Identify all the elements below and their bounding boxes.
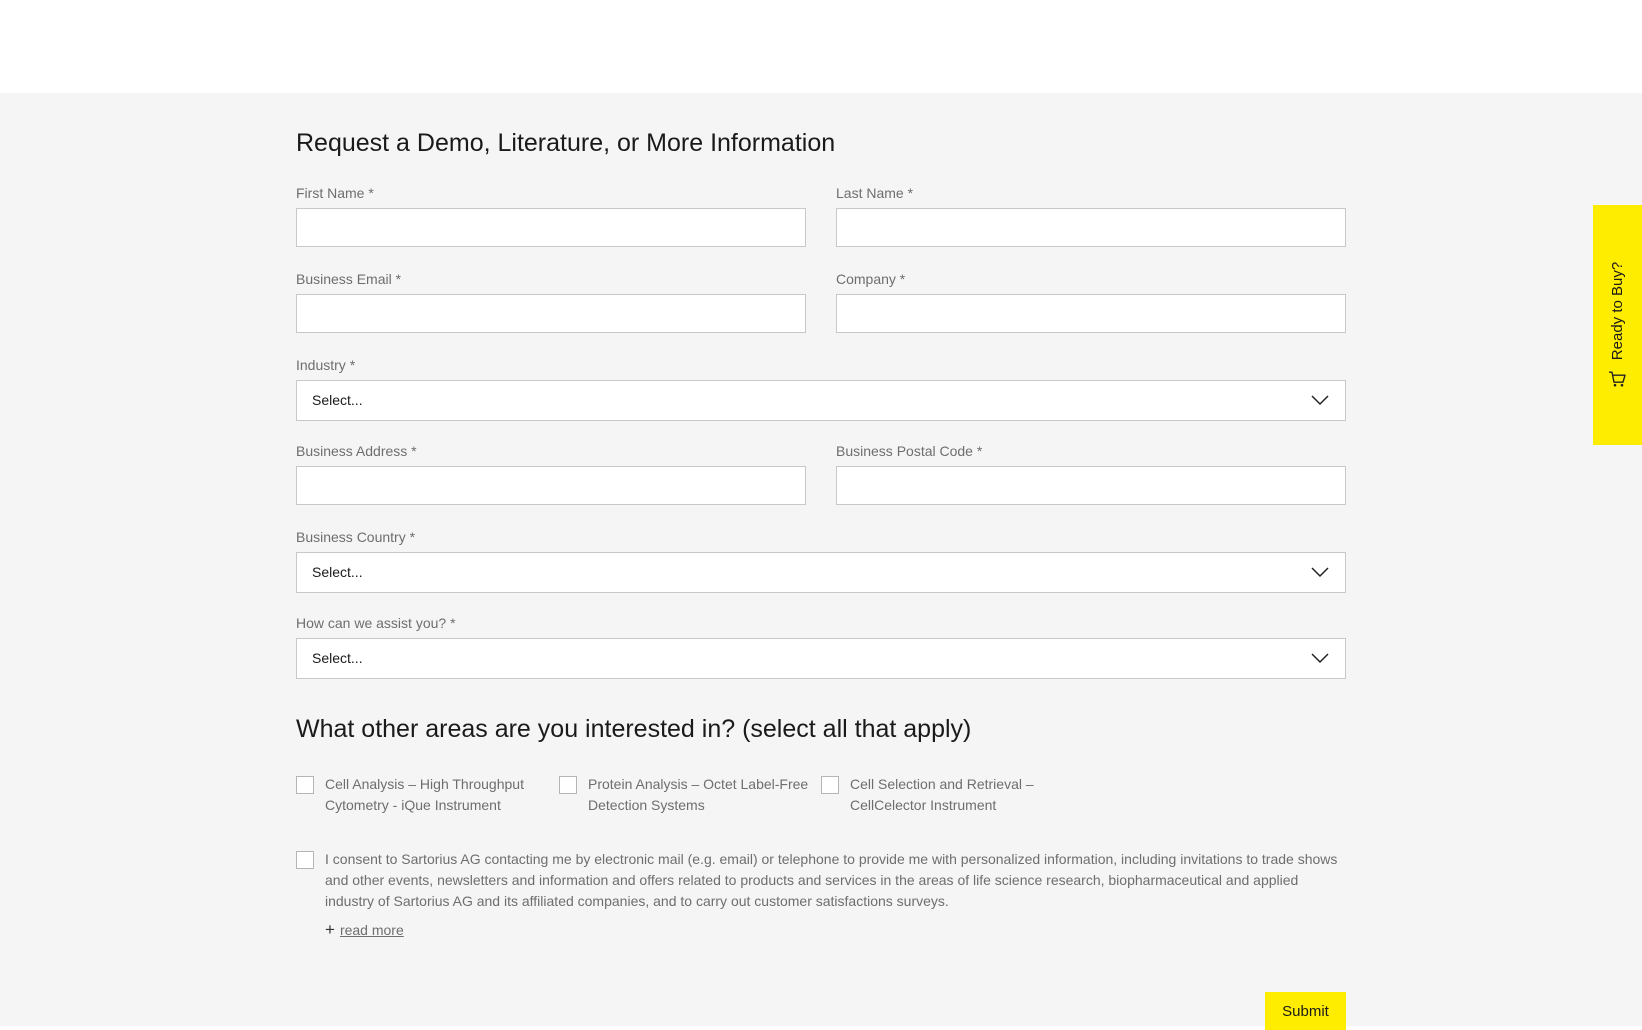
- top-header: [0, 0, 1642, 93]
- interest-option-label-line1: Cell Selection and Retrieval –: [850, 776, 1034, 792]
- read-more-label: read more: [339, 922, 404, 938]
- interest-checkbox[interactable]: [821, 776, 839, 794]
- interest-option-label-line2: CellCelector Instrument: [850, 797, 997, 813]
- plus-icon: +: [325, 920, 335, 939]
- interest-option-label: Protein Analysis – Octet Label-Free Dete…: [588, 774, 808, 816]
- chevron-down-icon: [1311, 567, 1329, 578]
- industry-selected-value: Select...: [312, 392, 363, 408]
- chevron-down-icon: [1311, 653, 1329, 664]
- form-title: Request a Demo, Literature, or More Info…: [296, 129, 836, 157]
- consent-text: I consent to Sartorius AG contacting me …: [325, 849, 1337, 912]
- company-input[interactable]: [836, 294, 1346, 333]
- business-country-label: Business Country *: [296, 529, 416, 545]
- ready-to-buy-tab[interactable]: Ready to Buy?: [1593, 205, 1642, 445]
- assist-label: How can we assist you? *: [296, 615, 456, 631]
- interest-option-label-line2: Detection Systems: [588, 797, 705, 813]
- interest-checkbox[interactable]: [559, 776, 577, 794]
- interest-option-label: Cell Analysis – High Throughput Cytometr…: [325, 774, 524, 816]
- contact-form-section: Request a Demo, Literature, or More Info…: [0, 93, 1642, 1030]
- business-email-input[interactable]: [296, 294, 806, 333]
- company-label: Company *: [836, 271, 906, 287]
- read-more-link[interactable]: + read more: [325, 920, 404, 939]
- assist-selected-value: Select...: [312, 650, 363, 666]
- business-postal-code-input[interactable]: [836, 466, 1346, 505]
- consent-option[interactable]: I consent to Sartorius AG contacting me …: [296, 849, 1346, 912]
- interest-option[interactable]: Protein Analysis – Octet Label-Free Dete…: [559, 774, 819, 816]
- ready-to-buy-tab-content: Ready to Buy?: [1608, 262, 1626, 388]
- last-name-input[interactable]: [836, 208, 1346, 247]
- cart-icon: [1609, 371, 1626, 387]
- assist-select[interactable]: Select...: [296, 638, 1346, 679]
- interest-option-label-line2: Cytometry - iQue Instrument: [325, 797, 501, 813]
- interest-option[interactable]: Cell Analysis – High Throughput Cytometr…: [296, 774, 546, 816]
- first-name-input[interactable]: [296, 208, 806, 247]
- consent-text-line3: industry of Sartorius AG and its affilia…: [325, 893, 949, 909]
- business-email-label: Business Email *: [296, 271, 402, 287]
- interest-option-label: Cell Selection and Retrieval – CellCelec…: [850, 774, 1034, 816]
- consent-text-line1: I consent to Sartorius AG contacting me …: [325, 851, 1338, 867]
- business-address-input[interactable]: [296, 466, 806, 505]
- business-address-label: Business Address *: [296, 443, 417, 459]
- interest-option[interactable]: Cell Selection and Retrieval – CellCelec…: [821, 774, 1081, 816]
- consent-text-line2: and other events, newsletters and inform…: [325, 872, 1299, 888]
- interests-title: What other areas are you interested in? …: [296, 715, 972, 743]
- interest-option-label-line1: Protein Analysis – Octet Label-Free: [588, 776, 809, 792]
- ready-to-buy-label: Ready to Buy?: [1608, 261, 1626, 361]
- industry-select[interactable]: Select...: [296, 380, 1346, 421]
- interest-checkbox[interactable]: [296, 776, 314, 794]
- consent-checkbox[interactable]: [296, 851, 314, 869]
- interest-option-label-line1: Cell Analysis – High Throughput: [325, 776, 524, 792]
- submit-button[interactable]: Submit: [1265, 992, 1346, 1030]
- chevron-down-icon: [1311, 395, 1329, 406]
- first-name-label: First Name *: [296, 185, 374, 201]
- business-country-select[interactable]: Select...: [296, 552, 1346, 593]
- industry-label: Industry *: [296, 357, 356, 373]
- business-country-selected-value: Select...: [312, 564, 363, 580]
- last-name-label: Last Name *: [836, 185, 914, 201]
- business-postal-code-label: Business Postal Code *: [836, 443, 983, 459]
